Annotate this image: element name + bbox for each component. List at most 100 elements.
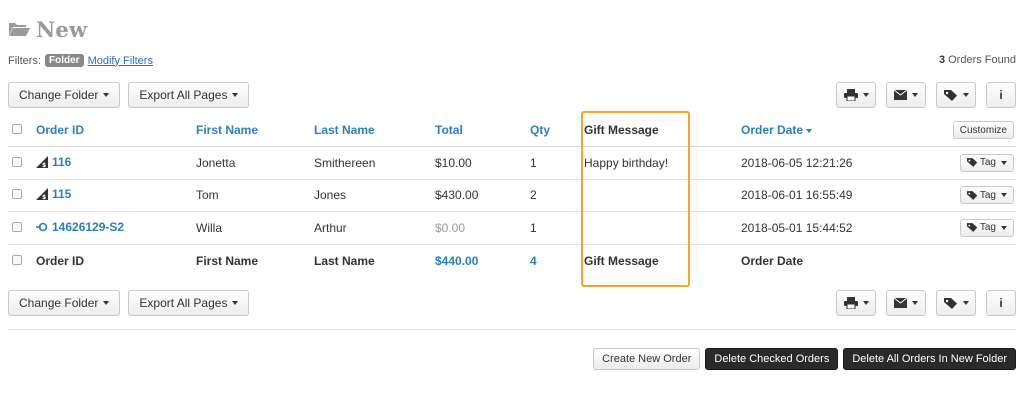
tag-icon — [966, 190, 978, 200]
cell-gift-message — [582, 212, 741, 245]
change-folder-label: Change Folder — [19, 296, 99, 310]
cell-qty: 1 — [530, 220, 537, 235]
tag-button-label: Tag — [979, 157, 996, 169]
col-header-qty[interactable]: Qty — [530, 114, 582, 147]
orders-found-label: Orders Found — [948, 54, 1016, 66]
chevron-down-icon — [912, 301, 918, 305]
select-all-checkbox-footer[interactable] — [12, 254, 22, 265]
chevron-down-icon — [1001, 193, 1007, 198]
customize-button[interactable]: Customize — [952, 121, 1014, 139]
tag-button-label: Tag — [979, 222, 996, 234]
footer-first-name: First Name — [196, 253, 259, 268]
change-folder-button[interactable]: Change Folder — [8, 290, 121, 316]
table-row: $ 115 Tom Jones $430.00 2 2018-06-01 16:… — [8, 179, 1016, 212]
delete-all-orders-button[interactable]: Delete All Orders In New Folder — [843, 348, 1016, 370]
col-header-order-id[interactable]: Order ID — [28, 114, 196, 147]
tag-icon — [966, 223, 978, 233]
create-new-order-button[interactable]: Create New Order — [593, 348, 701, 370]
tag-button[interactable]: Tag — [959, 153, 1014, 172]
svg-text:$: $ — [42, 194, 46, 200]
tag-menu-button[interactable] — [936, 290, 976, 316]
export-all-pages-label: Export All Pages — [139, 296, 228, 310]
cell-order-date: 2018-06-01 16:55:49 — [741, 188, 853, 203]
chevron-down-icon — [862, 301, 869, 305]
export-all-pages-button[interactable]: Export All Pages — [128, 82, 250, 108]
cell-gift-message — [582, 179, 741, 212]
tag-icon — [943, 297, 957, 309]
change-folder-label: Change Folder — [19, 88, 99, 102]
modify-filters-link[interactable]: Modify Filters — [88, 55, 153, 67]
chevron-down-icon — [962, 301, 969, 305]
cell-gift-message: Happy birthday! — [584, 155, 669, 170]
tag-button[interactable]: Tag — [959, 186, 1014, 205]
footer-total: $440.00 — [435, 253, 479, 268]
cell-last-name: Arthur — [314, 220, 347, 235]
filters-label: Filters: — [8, 54, 41, 67]
cell-first-name: Jonetta — [196, 155, 236, 170]
split-order-icon — [36, 222, 48, 232]
marketplace-icon: $ — [36, 188, 48, 201]
order-date-header-label: Order Date — [741, 123, 804, 137]
info-button[interactable]: i — [986, 82, 1016, 108]
cell-last-name: Jones — [314, 188, 347, 203]
filters-bar: Filters: Folder Modify Filters — [8, 54, 153, 67]
footer-last-name: Last Name — [314, 253, 375, 268]
svg-text:$: $ — [42, 162, 46, 168]
row-checkbox[interactable] — [12, 189, 22, 200]
table-row: 14626129-S2 Willa Arthur $0.00 1 2018-05… — [8, 212, 1016, 245]
info-icon: i — [999, 296, 1003, 310]
tag-icon — [966, 158, 978, 168]
cell-qty: 2 — [530, 188, 537, 203]
row-checkbox[interactable] — [12, 221, 22, 232]
export-all-pages-button[interactable]: Export All Pages — [128, 290, 250, 316]
col-header-last-name[interactable]: Last Name — [314, 114, 435, 147]
tag-menu-button[interactable] — [936, 82, 976, 108]
chevron-down-icon — [103, 301, 110, 305]
table-row: $ 116 Jonetta Smithereen $10.00 1 Happy … — [8, 147, 1016, 179]
toolbar-bottom: Change Folder Export All Pages i — [8, 290, 1016, 316]
envelope-icon — [894, 90, 907, 100]
chevron-down-icon — [103, 93, 110, 97]
footer-gift-message: Gift Message — [584, 253, 659, 268]
chevron-down-icon — [962, 93, 969, 97]
chevron-down-icon — [1001, 160, 1007, 165]
orders-table: Order ID First Name Last Name Total Qty … — [8, 114, 1016, 277]
delete-checked-orders-button[interactable]: Delete Checked Orders — [705, 348, 839, 370]
col-header-total[interactable]: Total — [435, 114, 530, 147]
tag-button-label: Tag — [979, 189, 996, 201]
order-link[interactable]: 14626129-S2 — [36, 220, 124, 234]
order-link[interactable]: $ 116 — [36, 155, 71, 169]
chevron-down-icon — [912, 93, 918, 97]
chevron-down-icon — [862, 93, 869, 97]
table-header-row: Order ID First Name Last Name Total Qty … — [8, 114, 1016, 147]
col-header-first-name[interactable]: First Name — [196, 114, 314, 147]
cell-order-date: 2018-06-05 12:21:26 — [741, 155, 853, 170]
order-id: 14626129-S2 — [52, 220, 125, 235]
info-button[interactable]: i — [986, 290, 1016, 316]
print-button[interactable] — [836, 290, 876, 316]
row-checkbox[interactable] — [12, 156, 22, 167]
select-all-checkbox[interactable] — [12, 124, 22, 134]
divider — [8, 329, 1016, 330]
change-folder-button[interactable]: Change Folder — [8, 82, 121, 108]
tag-button[interactable]: Tag — [959, 218, 1014, 237]
cell-first-name: Willa — [196, 220, 222, 235]
print-button[interactable] — [836, 82, 876, 108]
orders-found: 3 Orders Found — [939, 54, 1016, 66]
page-header: New — [8, 12, 87, 46]
cell-total: $10.00 — [435, 155, 472, 170]
email-button[interactable] — [886, 82, 926, 108]
order-link[interactable]: $ 115 — [36, 187, 71, 201]
envelope-icon — [894, 298, 907, 308]
sort-desc-icon — [806, 128, 813, 133]
tag-icon — [943, 89, 957, 101]
table-footer-row: Order ID First Name Last Name $440.00 4 … — [8, 244, 1016, 277]
bottom-actions: Create New Order Delete Checked Orders D… — [593, 348, 1016, 370]
chevron-down-icon — [232, 93, 239, 97]
toolbar-top: Change Folder Export All Pages i — [8, 82, 1016, 108]
footer-qty: 4 — [530, 253, 537, 268]
cell-first-name: Tom — [196, 188, 219, 203]
col-header-order-date[interactable]: Order Date — [741, 114, 942, 147]
email-button[interactable] — [886, 290, 926, 316]
printer-icon — [843, 297, 858, 309]
